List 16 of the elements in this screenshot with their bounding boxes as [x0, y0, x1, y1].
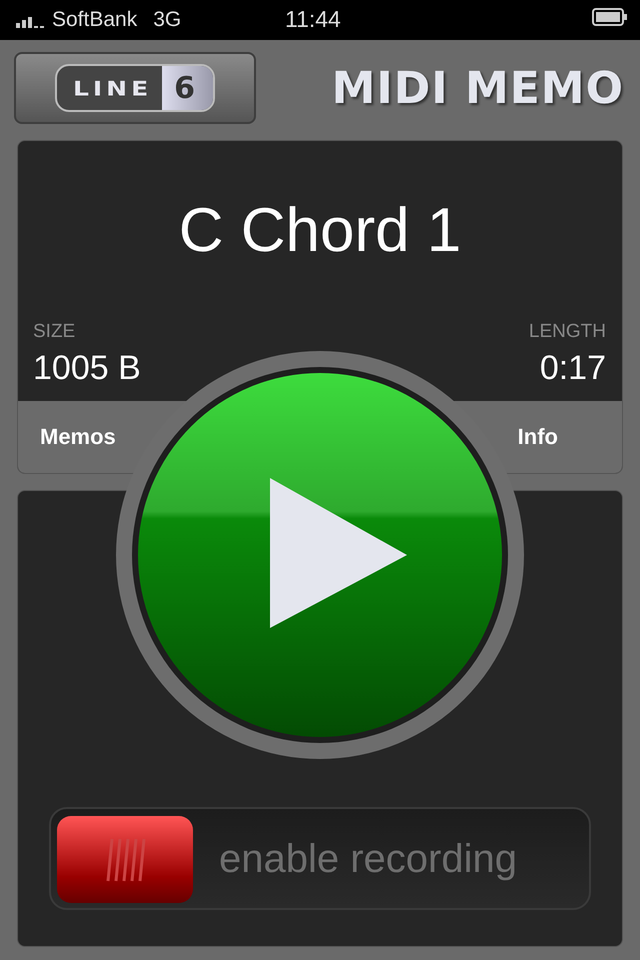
carrier-name: SoftBank	[52, 8, 138, 32]
network-type: 3G	[153, 8, 182, 32]
slider-label: enable recording	[219, 837, 517, 882]
size-value: 1005 B	[33, 349, 141, 388]
app-title: MIDI MEMO	[332, 62, 624, 114]
length-label: LENGTH	[528, 321, 606, 343]
length-value: 0:17	[540, 349, 606, 388]
clock-time: 11:44	[285, 6, 341, 33]
info-button[interactable]: Info	[496, 424, 580, 450]
memos-button[interactable]: Memos	[18, 424, 138, 450]
logo-mark: 6	[162, 66, 214, 110]
slider-thumb[interactable]	[57, 816, 193, 903]
size-label: SIZE	[33, 321, 76, 343]
logo-text: LINE	[72, 76, 154, 100]
memo-name: C Chord 1	[178, 195, 462, 267]
grip-icon	[104, 836, 146, 882]
